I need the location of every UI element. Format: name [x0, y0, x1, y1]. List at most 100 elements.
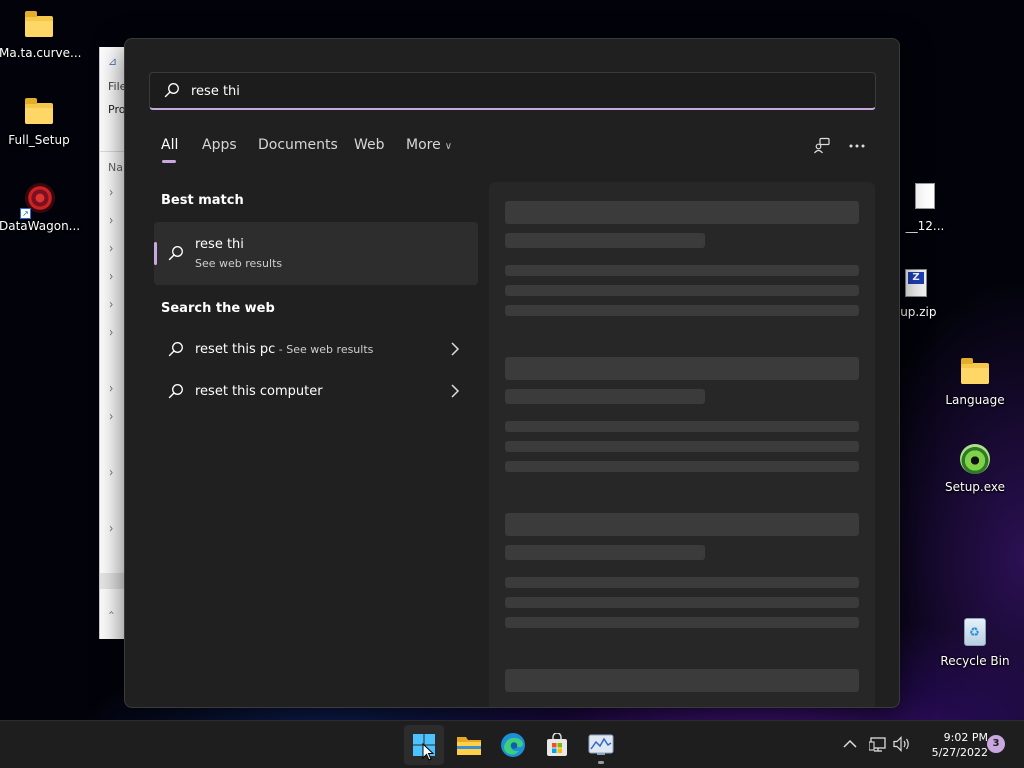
chevron-right-icon[interactable]: ›	[109, 465, 113, 481]
skeleton-bar	[505, 461, 859, 472]
skeleton-bar	[505, 545, 705, 560]
skeleton-bar	[505, 305, 859, 316]
monitor-chart-app-icon	[588, 734, 614, 755]
desktop-icon-label: Setup.exe	[944, 480, 1006, 494]
folder-icon	[22, 95, 56, 129]
search-input[interactable]	[191, 79, 851, 103]
best-match-heading: Best match	[161, 193, 244, 208]
desktop-icon-language[interactable]: Language	[935, 355, 1015, 407]
desktop-icon-label: Full_Setup	[8, 133, 70, 147]
chevron-right-icon[interactable]: ›	[109, 325, 113, 341]
notification-badge[interactable]: 3	[987, 735, 1005, 753]
preview-pane-loading	[489, 182, 875, 707]
folder-icon	[958, 355, 992, 389]
start-search-panel: All Apps Documents Web More∨ Best match …	[124, 38, 900, 708]
running-indicator	[598, 761, 604, 764]
best-match-subtitle: See web results	[195, 257, 283, 270]
skeleton-bar	[505, 421, 859, 432]
folder-icon	[22, 8, 56, 42]
file-explorer-button[interactable]	[449, 725, 489, 765]
best-match-result[interactable]: rese thi See web results	[154, 222, 478, 285]
account-network-icon	[814, 137, 830, 154]
search-box[interactable]	[149, 72, 876, 110]
datawagon-shortcut-icon: ↗	[20, 181, 56, 219]
skeleton-bar	[505, 577, 859, 588]
account-switch-button[interactable]	[808, 133, 836, 159]
chevron-right-icon[interactable]: ›	[109, 521, 113, 537]
document-icon	[908, 181, 942, 215]
edge-button[interactable]	[493, 725, 533, 765]
best-match-title: rese thi	[195, 237, 244, 252]
network-tray-button[interactable]	[868, 734, 888, 754]
tab-documents[interactable]: Documents	[258, 137, 338, 153]
tab-all[interactable]: All	[161, 137, 178, 163]
chevron-right-icon[interactable]: ›	[109, 409, 113, 425]
web-result-suffix: - See web results	[275, 343, 374, 356]
tab-apps[interactable]: Apps	[202, 137, 237, 153]
skeleton-bar	[505, 441, 859, 452]
chevron-right-icon[interactable]: ›	[109, 297, 113, 313]
chevron-right-icon[interactable]	[450, 341, 460, 357]
chevron-up-icon	[843, 739, 857, 748]
skeleton-bar	[505, 617, 859, 628]
selection-indicator	[154, 242, 157, 265]
store-bag-icon	[547, 733, 567, 756]
skeleton-bar	[505, 265, 859, 276]
web-result-reset-this-computer[interactable]: reset this computer	[154, 373, 478, 409]
more-options-button[interactable]	[843, 133, 871, 159]
skeleton-bar	[505, 233, 705, 248]
window-app-icon: ⊿	[108, 55, 118, 68]
file-explorer-icon	[457, 737, 481, 755]
setup-exe-icon	[958, 442, 992, 476]
zip-archive-icon	[899, 267, 933, 301]
web-result-query: reset this computer	[195, 384, 323, 399]
tab-web[interactable]: Web	[354, 137, 385, 153]
speaker-icon	[893, 736, 909, 752]
recycle-bin-icon	[958, 616, 992, 650]
clock-date: 5/27/2022	[931, 746, 988, 759]
chevron-right-icon[interactable]: ›	[109, 185, 113, 201]
running-app-button[interactable]	[581, 725, 621, 765]
volume-tray-button[interactable]	[892, 734, 912, 754]
chevron-right-icon[interactable]: ›	[109, 381, 113, 397]
desktop-icon-ma-ta-curve[interactable]: Ma.ta.curve...	[0, 8, 82, 60]
microsoft-store-button[interactable]	[537, 725, 577, 765]
chevron-right-icon[interactable]: ›	[109, 213, 113, 229]
start-button[interactable]	[404, 725, 444, 765]
ribbon-tab[interactable]: Pro	[108, 103, 125, 116]
desktop-icon-recycle-bin[interactable]: Recycle Bin	[935, 616, 1015, 668]
desktop-icon-label: Ma.ta.curve...	[0, 46, 82, 60]
tab-more-label: More	[406, 137, 441, 153]
network-wired-icon	[869, 737, 886, 752]
taskbar: 9:02 PM 5/27/2022 3	[0, 720, 1024, 768]
skeleton-bar	[505, 389, 705, 404]
chevron-right-icon[interactable]: ›	[109, 241, 113, 257]
skeleton-bar	[505, 597, 859, 608]
desktop-icon-datawagon[interactable]: ↗ DataWagon...	[0, 181, 81, 233]
desktop-icon-label: Language	[945, 393, 1005, 407]
web-result-text: reset this pc - See web results	[195, 342, 373, 357]
edge-browser-icon	[501, 733, 525, 757]
desktop-icon-setup-exe[interactable]: Setup.exe	[935, 442, 1015, 494]
show-hidden-icons-button[interactable]	[840, 734, 860, 754]
tab-more[interactable]: More ∨	[406, 137, 452, 153]
search-icon	[168, 246, 183, 261]
clock-time: 9:02 PM	[943, 731, 988, 744]
skeleton-bar	[505, 201, 859, 224]
desktop-icon-label: DataWagon...	[0, 219, 81, 233]
search-icon	[168, 342, 183, 357]
web-result-reset-this-pc[interactable]: reset this pc - See web results	[154, 331, 478, 367]
chevron-down-icon: ∨	[444, 141, 453, 152]
skeleton-bar	[505, 285, 859, 296]
skeleton-bar	[505, 357, 859, 380]
search-icon	[168, 384, 183, 399]
mouse-pointer-icon	[422, 743, 434, 761]
skeleton-bar	[505, 513, 859, 536]
taskbar-clock[interactable]: 9:02 PM 5/27/2022	[918, 730, 988, 760]
desktop-icon-full-setup[interactable]: Full_Setup	[0, 95, 79, 147]
skeleton-bar	[505, 669, 859, 692]
chevron-right-icon[interactable]	[450, 383, 460, 399]
chevron-up-icon[interactable]: ›	[105, 610, 118, 614]
chevron-right-icon[interactable]: ›	[109, 269, 113, 285]
search-the-web-heading: Search the web	[161, 301, 275, 316]
